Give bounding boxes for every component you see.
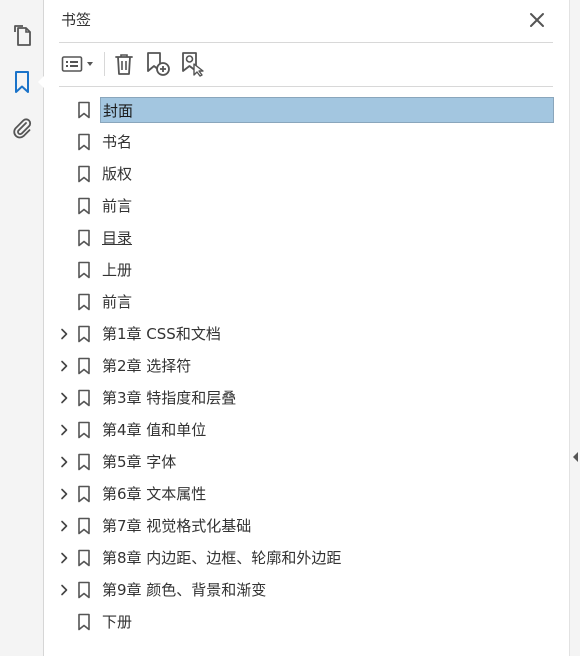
bookmark-label[interactable]: 下册	[100, 612, 134, 632]
panel-edge	[569, 0, 580, 656]
bookmark-icon	[78, 421, 90, 439]
expand-chevron-icon[interactable]	[58, 552, 70, 564]
bookmark-item[interactable]: 第4章 值和单位	[55, 414, 560, 446]
bookmark-icon	[78, 613, 90, 631]
expand-chevron-icon[interactable]	[58, 424, 70, 436]
bookmark-label[interactable]: 第7章 视觉格式化基础	[100, 516, 253, 536]
trash-icon	[115, 54, 133, 75]
header-divider	[59, 42, 553, 43]
bookmark-icon	[78, 325, 90, 343]
bookmark-icon	[78, 357, 90, 375]
bookmark-label[interactable]: 第5章 字体	[100, 452, 178, 472]
find-bookmark-icon	[182, 52, 204, 77]
bookmark-item[interactable]: 第8章 内边距、边框、轮廓和外边距	[55, 542, 560, 574]
close-icon	[530, 13, 544, 27]
add-bookmark-icon	[147, 52, 170, 76]
bookmark-item[interactable]: 目录	[55, 222, 560, 254]
list-options-icon	[61, 56, 83, 72]
delete-bookmark-button[interactable]	[111, 51, 137, 77]
bookmark-item[interactable]: 第6章 文本属性	[55, 478, 560, 510]
bookmark-icon	[78, 165, 90, 183]
page-thumbnails-button[interactable]	[6, 20, 38, 52]
options-menu-button[interactable]	[60, 51, 96, 77]
bookmark-icon	[78, 293, 90, 311]
toolbar-separator	[104, 52, 105, 76]
bookmark-item[interactable]: 第9章 颜色、背景和渐变	[55, 574, 560, 606]
collapse-panel-icon[interactable]	[573, 452, 578, 462]
bookmark-label[interactable]: 目录	[100, 228, 134, 248]
panel-title: 书签	[61, 11, 92, 29]
bookmark-icon	[78, 261, 90, 279]
bookmark-item[interactable]: 书名	[55, 126, 560, 158]
bookmark-label[interactable]: 第2章 选择符	[100, 356, 193, 376]
bookmark-item[interactable]: 第1章 CSS和文档	[55, 318, 560, 350]
bookmark-icon	[78, 485, 90, 503]
bookmark-item[interactable]: 版权	[55, 158, 560, 190]
find-current-bookmark-button[interactable]	[180, 51, 206, 77]
bookmark-icon	[78, 101, 90, 119]
bookmark-item[interactable]: 上册	[55, 254, 560, 286]
bookmark-item[interactable]: 封面	[55, 94, 560, 126]
bookmarks-button[interactable]	[6, 66, 45, 98]
bookmark-label[interactable]: 第8章 内边距、边框、轮廓和外边距	[100, 548, 343, 568]
bookmark-item[interactable]: 第3章 特指度和层叠	[55, 382, 560, 414]
navigation-rail	[0, 0, 45, 656]
bookmark-label[interactable]: 前言	[100, 292, 134, 312]
expand-chevron-icon[interactable]	[58, 584, 70, 596]
bookmark-label[interactable]: 第6章 文本属性	[100, 484, 208, 504]
caret-down-icon	[87, 62, 93, 66]
bookmark-icon	[78, 453, 90, 471]
bookmark-icon	[78, 229, 90, 247]
bookmark-icon	[78, 389, 90, 407]
bookmark-label[interactable]: 第9章 颜色、背景和渐变	[100, 580, 268, 600]
bookmark-label[interactable]: 封面	[100, 97, 554, 123]
expand-chevron-icon[interactable]	[58, 456, 70, 468]
toolbar-divider	[59, 86, 553, 87]
expand-chevron-icon[interactable]	[58, 520, 70, 532]
bookmark-item[interactable]: 第5章 字体	[55, 446, 560, 478]
bookmark-tree: 封面 书名 版权 前言 目录 上册 前言 第1章 CSS和文档 第2章 选择符 第3章 特指度和层…	[55, 94, 560, 638]
bookmark-icon	[78, 549, 90, 567]
expand-chevron-icon[interactable]	[58, 488, 70, 500]
bookmark-label[interactable]: 前言	[100, 196, 134, 216]
bookmark-icon	[78, 581, 90, 599]
bookmark-item[interactable]: 前言	[55, 190, 560, 222]
bookmark-label[interactable]: 第4章 值和单位	[100, 420, 208, 440]
attachments-button[interactable]	[6, 112, 38, 144]
bookmark-item[interactable]: 下册	[55, 606, 560, 638]
paperclip-icon	[13, 118, 32, 139]
bookmark-label[interactable]: 书名	[100, 132, 134, 152]
bookmark-label[interactable]: 版权	[100, 164, 134, 184]
bookmark-label[interactable]: 上册	[100, 260, 134, 280]
bookmark-item[interactable]: 第2章 选择符	[55, 350, 560, 382]
bookmark-label[interactable]: 第3章 特指度和层叠	[100, 388, 238, 408]
bookmark-icon	[78, 133, 90, 151]
expand-chevron-icon[interactable]	[58, 360, 70, 372]
bookmark-item[interactable]: 第7章 视觉格式化基础	[55, 510, 560, 542]
new-bookmark-button[interactable]	[145, 51, 171, 77]
close-button[interactable]	[528, 11, 546, 29]
bookmark-label[interactable]: 第1章 CSS和文档	[100, 324, 223, 344]
bookmark-item[interactable]: 前言	[55, 286, 560, 318]
bookmark-icon	[15, 71, 29, 93]
bookmark-icon	[78, 197, 90, 215]
bookmark-icon	[78, 517, 90, 535]
copy-pages-icon	[14, 25, 31, 46]
expand-chevron-icon[interactable]	[58, 392, 70, 404]
expand-chevron-icon[interactable]	[58, 328, 70, 340]
